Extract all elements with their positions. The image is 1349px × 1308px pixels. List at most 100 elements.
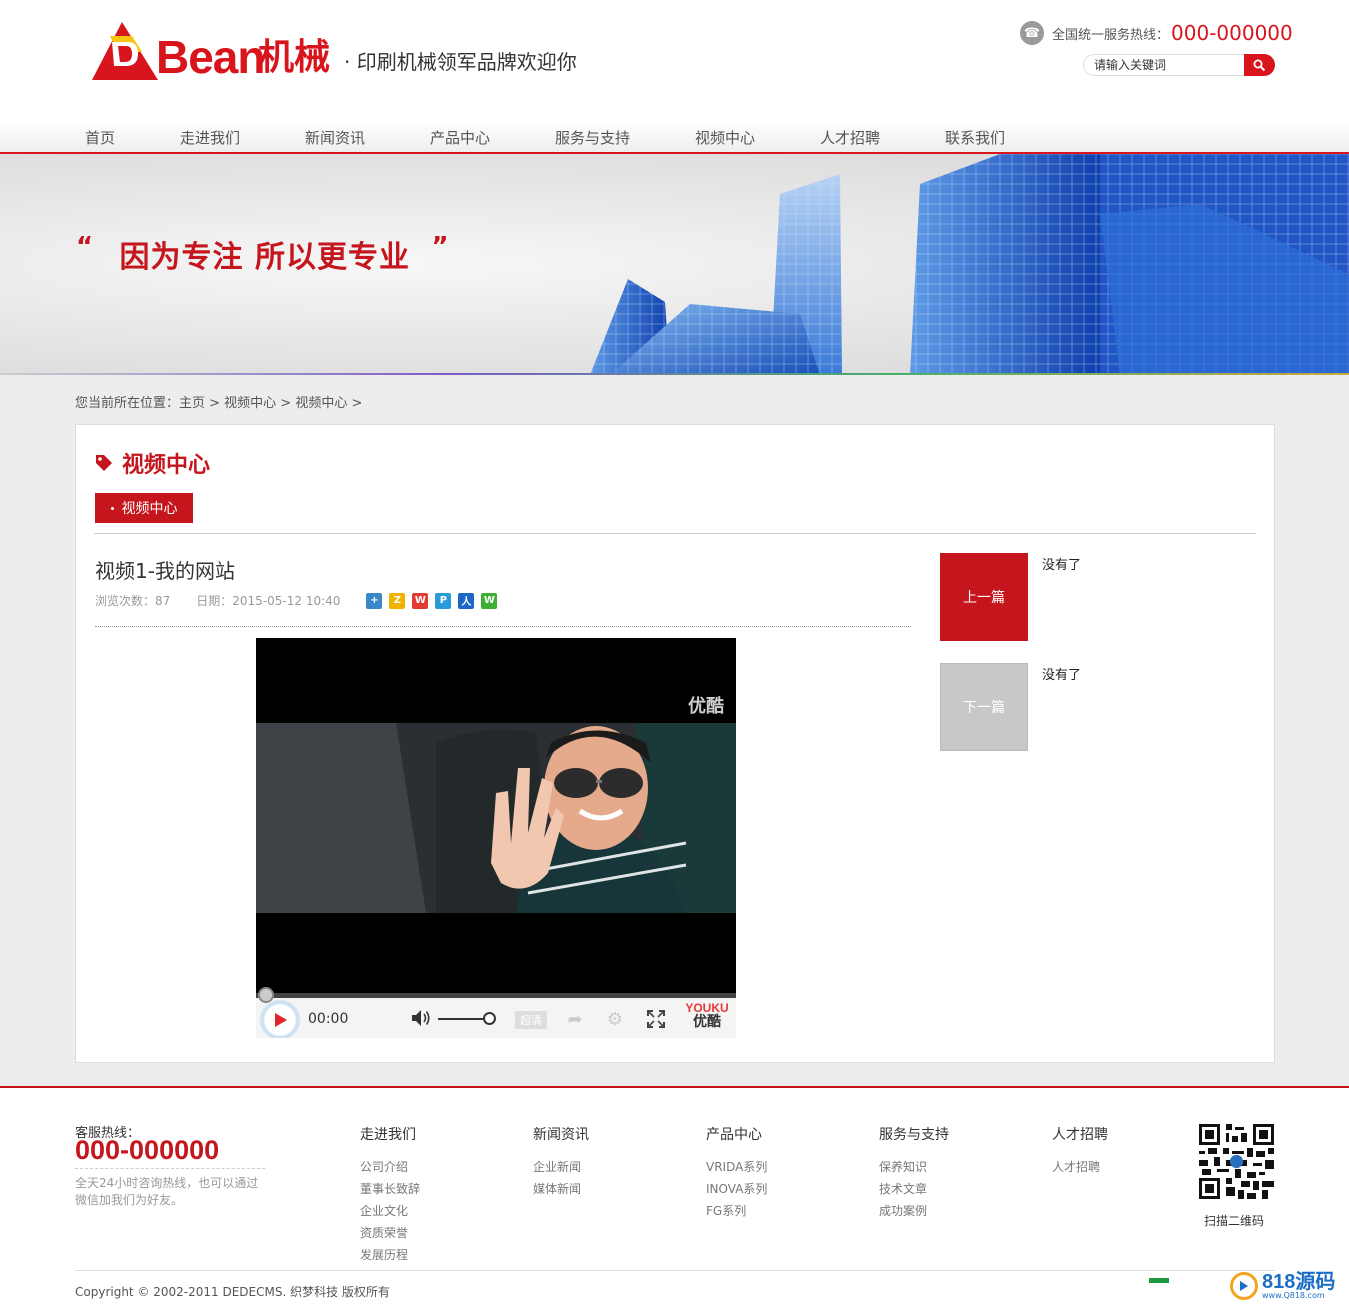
- logo[interactable]: Bean 机械: [92, 18, 342, 82]
- play-icon: [1230, 1272, 1258, 1300]
- hotline-number: 000-000000: [1171, 21, 1293, 45]
- progress-bar[interactable]: [256, 993, 736, 998]
- footer-hotline-desc: 全天24小时咨询热线，也可以通过微信加我们为好友。: [75, 1176, 259, 1207]
- footer-link[interactable]: 董事长致辞: [360, 1178, 420, 1200]
- nav-item-service[interactable]: 服务与支持: [555, 127, 630, 148]
- site-watermark-logo: 818源码 www.Q818.com: [1230, 1272, 1335, 1300]
- bullet-icon: [110, 506, 114, 510]
- share-icon[interactable]: ➦: [564, 1008, 586, 1030]
- search-icon: [1253, 59, 1266, 71]
- search-input[interactable]: [1083, 54, 1244, 76]
- qr-label: 扫描二维码: [1204, 1214, 1265, 1228]
- dotted-divider: [95, 626, 911, 627]
- footer-link[interactable]: 技术文章: [879, 1178, 949, 1200]
- hotline-label: 全国统一服务热线：: [1052, 27, 1170, 43]
- nav-item-products[interactable]: 产品中心: [430, 127, 490, 148]
- weibo-icon[interactable]: W: [412, 592, 429, 609]
- fullscreen-icon[interactable]: [645, 1008, 667, 1030]
- prev-article-button[interactable]: 上一篇: [940, 553, 1028, 641]
- banner-slogan-text: 因为专注 所以更专业: [119, 240, 410, 275]
- footer-col-title[interactable]: 新闻资讯: [533, 1124, 589, 1144]
- wechat-icon[interactable]: W: [481, 592, 498, 609]
- logo-cn-text: 机械: [258, 37, 331, 78]
- banner-quote-close: ”: [431, 232, 450, 262]
- video-player[interactable]: 优酷 00:00 超清 ➦ ⚙ YOUKU 优酷: [256, 638, 736, 1038]
- share-bar: + Z W P 人 W: [366, 592, 504, 609]
- nav-item-home[interactable]: 首页: [85, 127, 115, 148]
- footer-link[interactable]: 企业文化: [360, 1200, 420, 1222]
- footer-link[interactable]: 人才招聘: [1052, 1156, 1108, 1178]
- footer-col-title[interactable]: 产品中心: [706, 1124, 767, 1144]
- play-icon: [275, 1013, 287, 1027]
- gear-icon[interactable]: ⚙: [604, 1008, 626, 1030]
- green-indicator: [1149, 1278, 1169, 1283]
- next-article-text[interactable]: 没有了: [1042, 664, 1081, 683]
- nav-item-news[interactable]: 新闻资讯: [305, 127, 365, 148]
- nav-item-about[interactable]: 走进我们: [180, 127, 240, 148]
- share-plus-icon[interactable]: +: [366, 592, 383, 609]
- publish-date: 日期：2015-05-12 10:40: [196, 594, 341, 608]
- main-nav: 首页 走进我们 新闻资讯 产品中心 服务与支持 视频中心 人才招聘 联系我们: [0, 120, 1349, 154]
- footer-link[interactable]: 公司介绍: [360, 1156, 420, 1178]
- prev-article-text[interactable]: 没有了: [1042, 554, 1081, 573]
- banner: “ 因为专注 所以更专业 ”: [0, 154, 1349, 375]
- nav-item-video[interactable]: 视频中心: [695, 127, 755, 148]
- tag-icon: [96, 455, 112, 471]
- footer-col-news: 新闻资讯 企业新闻 媒体新闻: [533, 1124, 589, 1200]
- renren-icon[interactable]: 人: [458, 592, 475, 609]
- qzone-icon[interactable]: Z: [389, 592, 406, 609]
- volume-icon[interactable]: [410, 1008, 432, 1028]
- article-title: 视频1-我的网站: [95, 559, 235, 583]
- phone-icon: ☎: [1020, 21, 1044, 45]
- footer-hotline-number: 000-000000: [75, 1135, 220, 1165]
- volume-handle[interactable]: [483, 1012, 496, 1025]
- divider: [94, 533, 1256, 534]
- section-title: 视频中心: [94, 447, 210, 479]
- footer-col-about: 走进我们 公司介绍 董事长致辞 企业文化 资质荣誉 发展历程: [360, 1124, 420, 1266]
- content-panel: 视频中心 视频中心 视频1-我的网站 浏览次数：87 日期：2015-05-12…: [75, 424, 1275, 1063]
- footer-col-title[interactable]: 服务与支持: [879, 1124, 949, 1144]
- header-slogan: · 印刷机械领军品牌欢迎你: [344, 50, 577, 74]
- play-button[interactable]: [260, 1000, 300, 1038]
- section-title-text: 视频中心: [122, 453, 211, 478]
- footer-link[interactable]: 保养知识: [879, 1156, 949, 1178]
- nav-item-contact[interactable]: 联系我们: [945, 127, 1005, 148]
- search-button[interactable]: [1244, 54, 1275, 76]
- youku-logo: YOUKU 优酷: [684, 1002, 730, 1029]
- subnav-video-center[interactable]: 视频中心: [95, 493, 193, 523]
- divider: [75, 1270, 1275, 1271]
- footer-col-jobs: 人才招聘 人才招聘: [1052, 1124, 1108, 1178]
- banner-slogan: “ 因为专注 所以更专业 ”: [76, 232, 450, 276]
- footer-link[interactable]: VRIDA系列: [706, 1156, 767, 1178]
- volume-slider[interactable]: [438, 1018, 488, 1020]
- footer-link[interactable]: 成功案例: [879, 1200, 949, 1222]
- buildings-image: [590, 154, 1349, 375]
- tencent-weibo-icon[interactable]: P: [435, 592, 452, 609]
- search-box: [1083, 54, 1275, 76]
- site-footer: 客服热线： 000-000000 全天24小时咨询热线，也可以通过微信加我们为好…: [0, 1086, 1349, 1308]
- banner-quote-open: “: [76, 232, 95, 262]
- footer-col-products: 产品中心 VRIDA系列 INOVA系列 FG系列: [706, 1124, 767, 1222]
- footer-col-title[interactable]: 走进我们: [360, 1124, 420, 1144]
- youku-cn-text: 优酷: [693, 1013, 721, 1030]
- nav-item-jobs[interactable]: 人才招聘: [820, 127, 880, 148]
- video-frame: [256, 723, 736, 913]
- banner-underline: [0, 373, 1349, 375]
- youku-brand-text: YOUKU: [685, 1001, 729, 1015]
- footer-link[interactable]: 发展历程: [360, 1244, 420, 1266]
- footer-link[interactable]: FG系列: [706, 1200, 767, 1222]
- quality-button[interactable]: 超清: [515, 1011, 547, 1029]
- footer-link[interactable]: 媒体新闻: [533, 1178, 589, 1200]
- next-article-button[interactable]: 下一篇: [940, 663, 1028, 751]
- header-hotline: ☎ 全国统一服务热线： 000-000000: [1020, 20, 1293, 46]
- video-still-image: [256, 723, 736, 913]
- footer-link[interactable]: 资质荣誉: [360, 1222, 420, 1244]
- view-count: 浏览次数：87: [95, 594, 171, 608]
- footer-link[interactable]: 企业新闻: [533, 1156, 589, 1178]
- time-display: 00:00: [308, 1011, 349, 1027]
- footer-col-title[interactable]: 人才招聘: [1052, 1124, 1108, 1144]
- breadcrumb[interactable]: 您当前所在位置：主页 > 视频中心 > 视频中心 >: [75, 392, 362, 411]
- divider: [75, 1168, 265, 1169]
- video-watermark: 优酷: [688, 696, 724, 717]
- footer-link[interactable]: INOVA系列: [706, 1178, 767, 1200]
